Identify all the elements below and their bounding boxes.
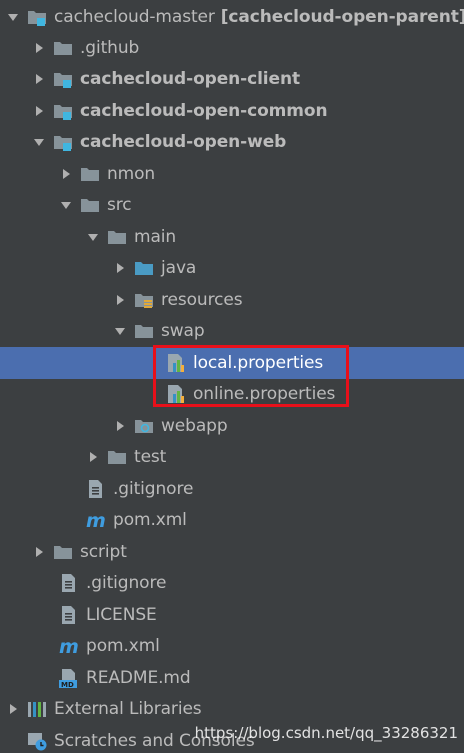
chevron-right-icon[interactable] [26, 32, 52, 63]
tree-node-main[interactable]: main [0, 221, 464, 253]
resources-folder-icon [133, 284, 159, 315]
svg-text:MD: MD [61, 681, 74, 688]
client-label: cachecloud-open-client [80, 69, 300, 90]
tree-node-webapp[interactable]: webapp [0, 410, 464, 442]
module-folder-icon [52, 95, 78, 126]
chevron-right-icon[interactable] [26, 64, 52, 95]
svg-text:m: m [86, 510, 106, 530]
properties-file-icon [165, 347, 191, 378]
tree-node-external-libraries[interactable]: External Libraries [0, 694, 464, 726]
watermark: https://blog.csdn.net/qq_33286321 [194, 724, 458, 742]
tree-node-common[interactable]: cachecloud-open-common [0, 95, 464, 127]
online-properties-label: online.properties [193, 384, 336, 405]
src-label: src [107, 195, 132, 216]
webapp-label: webapp [161, 415, 228, 436]
tree-node-nmon[interactable]: nmon [0, 158, 464, 190]
tree-node-web-pom[interactable]: m pom.xml [0, 505, 464, 537]
tree-node-web[interactable]: cachecloud-open-web [0, 127, 464, 159]
script-label: script [80, 541, 127, 562]
maven-icon: m [85, 505, 111, 536]
readme-label: README.md [86, 667, 191, 688]
web-pom-label: pom.xml [113, 510, 187, 531]
text-file-icon [58, 599, 84, 630]
tree-node-java[interactable]: java [0, 253, 464, 285]
tree-node-github[interactable]: .github [0, 32, 464, 64]
project-tree: cachecloud-master [cachecloud-open-paren… [0, 0, 464, 753]
tree-node-pom[interactable]: m pom.xml [0, 631, 464, 663]
web-label: cachecloud-open-web [80, 132, 287, 153]
web-folder-icon [133, 410, 159, 441]
folder-icon [79, 190, 105, 221]
markdown-icon: MD [58, 662, 84, 693]
tree-node-src[interactable]: src [0, 190, 464, 222]
resources-label: resources [161, 289, 243, 310]
tree-node-license[interactable]: LICENSE [0, 599, 464, 631]
text-file-icon [58, 568, 84, 599]
java-label: java [161, 258, 197, 279]
module-folder-icon [26, 1, 52, 32]
tree-node-resources[interactable]: resources [0, 284, 464, 316]
folder-icon [106, 221, 132, 252]
text-file-icon [85, 473, 111, 504]
tree-node-swap[interactable]: swap [0, 316, 464, 348]
test-label: test [134, 447, 167, 468]
folder-icon [106, 442, 132, 473]
chevron-right-icon[interactable] [107, 284, 133, 315]
chevron-right-icon[interactable] [26, 95, 52, 126]
libraries-icon [26, 694, 52, 725]
chevron-right-icon[interactable] [80, 442, 106, 473]
github-label: .github [80, 37, 140, 58]
chevron-down-icon[interactable] [107, 316, 133, 347]
tree-node-local-properties[interactable]: local.properties [0, 347, 464, 379]
folder-icon [133, 316, 159, 347]
tree-node-root[interactable]: cachecloud-master [cachecloud-open-paren… [0, 1, 464, 33]
module-folder-icon [52, 64, 78, 95]
maven-icon: m [58, 631, 84, 662]
local-properties-label: local.properties [193, 352, 324, 373]
source-folder-icon [133, 253, 159, 284]
chevron-down-icon[interactable] [26, 127, 52, 158]
root-module-name: [cachecloud-open-parent] [220, 6, 464, 27]
svg-text:m: m [59, 636, 79, 656]
chevron-right-icon[interactable] [53, 158, 79, 189]
chevron-right-icon[interactable] [107, 253, 133, 284]
common-label: cachecloud-open-common [80, 100, 328, 121]
scratches-icon [26, 725, 52, 753]
gitignore-label: .gitignore [86, 573, 167, 594]
swap-label: swap [161, 321, 205, 342]
tree-node-readme[interactable]: MD README.md [0, 662, 464, 694]
chevron-right-icon[interactable] [0, 694, 26, 725]
nmon-label: nmon [107, 163, 156, 184]
properties-file-icon [165, 379, 191, 410]
chevron-right-icon[interactable] [107, 410, 133, 441]
module-folder-icon [52, 127, 78, 158]
pom-label: pom.xml [86, 636, 160, 657]
web-gitignore-label: .gitignore [113, 478, 194, 499]
folder-icon [52, 32, 78, 63]
tree-node-web-gitignore[interactable]: .gitignore [0, 473, 464, 505]
license-label: LICENSE [86, 604, 157, 625]
folder-icon [52, 536, 78, 567]
tree-node-test[interactable]: test [0, 442, 464, 474]
tree-node-gitignore[interactable]: .gitignore [0, 568, 464, 600]
chevron-down-icon[interactable] [0, 1, 26, 32]
tree-node-client[interactable]: cachecloud-open-client [0, 64, 464, 96]
chevron-down-icon[interactable] [80, 221, 106, 252]
main-label: main [134, 226, 177, 247]
tree-node-online-properties[interactable]: online.properties [0, 379, 464, 411]
folder-icon [79, 158, 105, 189]
tree-node-script[interactable]: script [0, 536, 464, 568]
chevron-right-icon[interactable] [26, 536, 52, 567]
chevron-down-icon[interactable] [53, 190, 79, 221]
root-name: cachecloud-master [54, 6, 215, 27]
external-libraries-label: External Libraries [54, 699, 202, 720]
